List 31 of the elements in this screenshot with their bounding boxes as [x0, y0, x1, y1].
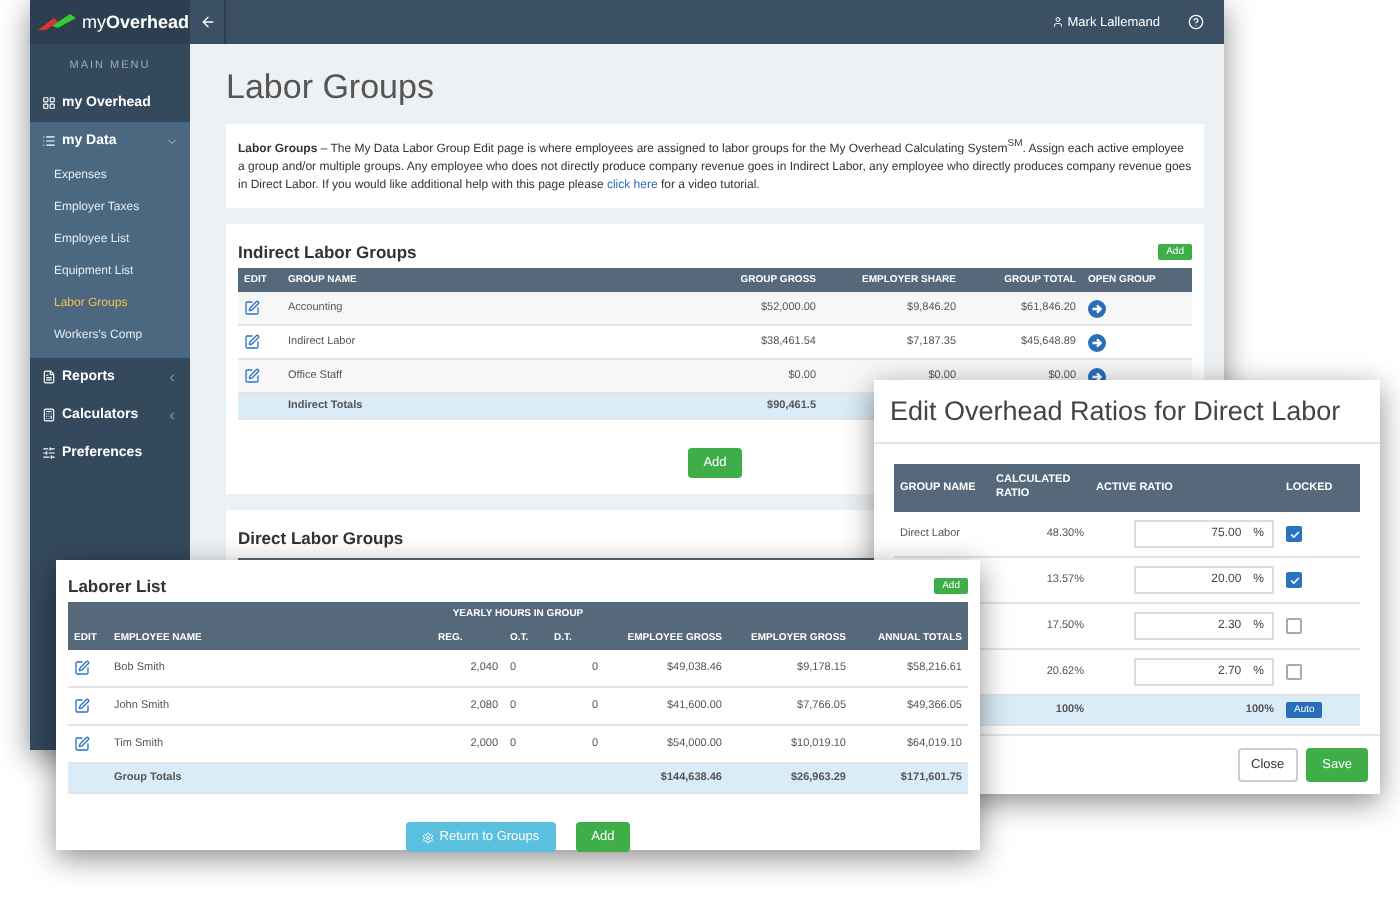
edit-icon[interactable] [74, 660, 90, 676]
document-icon [42, 370, 56, 384]
gear-icon [421, 831, 434, 843]
sliders-icon [42, 446, 56, 460]
calculator-icon [42, 408, 56, 422]
section-title: Indirect Labor Groups [238, 242, 417, 262]
page-title: Labor Groups [226, 68, 436, 108]
arrow-left-icon [199, 14, 215, 30]
checkbox[interactable] [1286, 664, 1302, 680]
logo-icon [38, 14, 78, 30]
user-icon [1051, 16, 1064, 28]
list-icon [42, 134, 56, 148]
help-icon[interactable] [1188, 14, 1204, 30]
edit-icon[interactable] [244, 368, 260, 384]
grid-icon [42, 96, 56, 110]
checkbox[interactable] [1286, 572, 1302, 588]
dialog-title: Edit Overhead Ratios for Direct Labor [874, 380, 1380, 444]
chevron-left-icon [166, 371, 178, 383]
section-title: Laborer List [68, 576, 167, 596]
checkbox[interactable] [1286, 526, 1302, 542]
chevron-down-icon [166, 135, 178, 147]
arrow-circle-icon[interactable] [1088, 299, 1106, 317]
section-title: Direct Labor Groups [238, 528, 404, 548]
edit-icon[interactable] [244, 300, 260, 316]
logo-text: myOverhead [82, 12, 190, 32]
arrow-circle-icon[interactable] [1088, 333, 1106, 351]
chevron-left-icon [166, 409, 178, 421]
edit-icon[interactable] [74, 736, 90, 752]
edit-icon[interactable] [244, 334, 260, 350]
edit-icon[interactable] [74, 698, 90, 714]
checkbox[interactable] [1286, 618, 1302, 634]
